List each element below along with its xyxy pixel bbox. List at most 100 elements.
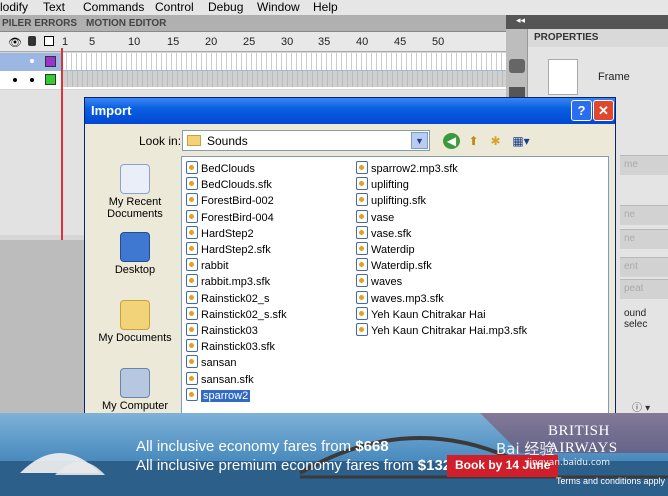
property-field[interactable]: ne (620, 205, 668, 225)
menu-help[interactable]: Help (313, 0, 338, 14)
color-palette-icon[interactable] (509, 59, 525, 73)
close-button[interactable]: ✕ (593, 100, 614, 121)
collapse-icon[interactable]: ◂◂ (516, 16, 525, 26)
outline-icon[interactable] (44, 36, 54, 46)
file-item[interactable]: vase.sfk (356, 225, 411, 242)
sound-file-icon (186, 339, 198, 353)
frame-number: 50 (432, 36, 445, 48)
help-button[interactable]: ? (571, 100, 592, 121)
sound-file-icon (356, 161, 368, 174)
frame-number: 35 (318, 36, 331, 48)
menu-window[interactable]: Window (257, 0, 300, 14)
file-item[interactable]: Rainstick03.sfk (186, 339, 275, 355)
eye-icon[interactable]: 👁 (8, 36, 22, 49)
view-menu-icon[interactable]: ▦▾ (509, 133, 533, 149)
file-name: waves (371, 276, 403, 289)
file-item[interactable]: Rainstick02_s (186, 290, 269, 307)
file-item[interactable]: rabbit (186, 258, 229, 274)
place-my-documents[interactable]: My Documents (93, 300, 177, 344)
file-item[interactable]: BedClouds (186, 161, 255, 177)
file-list[interactable]: BedClouds BedClouds.sfk ForestBird-002 Fore… (181, 156, 609, 418)
sound-file-icon (186, 209, 198, 223)
file-item[interactable]: ForestBird-002 (186, 193, 274, 209)
property-field[interactable]: ne (620, 229, 668, 249)
file-item[interactable]: Yeh Kaun Chitrakar Hai.mp3.sfk (356, 323, 527, 339)
menu-bar: lodify Text Commands Control Debug Windo… (0, 0, 668, 15)
sound-file-icon (186, 323, 198, 336)
back-icon[interactable]: ◀ (443, 133, 460, 149)
property-field[interactable]: ound selec (620, 305, 668, 330)
frame-strip[interactable] (62, 71, 506, 87)
file-item[interactable]: HardStep2.sfk (186, 242, 271, 258)
file-name: sansan (201, 357, 237, 370)
properties-tab[interactable]: PROPERTIES (528, 29, 668, 47)
look-in-select[interactable]: Sounds ▼ (182, 130, 430, 151)
file-item[interactable]: Waterdip.sfk (356, 258, 432, 274)
dialog-title-bar[interactable]: Import ? ✕ (85, 98, 615, 124)
menu-control[interactable]: Control (155, 0, 194, 14)
file-item[interactable]: ForestBird-004 (186, 209, 274, 226)
sound-file-icon (356, 306, 368, 320)
layer-color-swatch[interactable] (45, 74, 56, 85)
file-item[interactable]: vase (356, 209, 395, 226)
tab-motion-editor[interactable]: MOTION EDITOR (86, 18, 166, 29)
sound-file-icon (186, 274, 198, 288)
file-item[interactable]: waves.mp3.sfk (356, 290, 444, 307)
file-name: Yeh Kaun Chitrakar Hai.mp3.sfk (371, 325, 528, 337)
my-computer-icon (120, 368, 150, 398)
new-folder-icon[interactable]: ✱ (487, 133, 504, 149)
file-item[interactable]: Rainstick03 (186, 323, 258, 339)
dot-icon (30, 78, 34, 82)
menu-text[interactable]: Text (43, 0, 65, 14)
timeline-layer-row[interactable] (0, 53, 506, 71)
file-item[interactable]: Waterdip (356, 242, 415, 258)
file-item[interactable]: BedClouds.sfk (186, 177, 272, 193)
file-item[interactable]: Yeh Kaun Chitrakar Hai (356, 306, 486, 323)
file-item[interactable]: sparrow2.mp3.sfk (356, 161, 458, 177)
file-item[interactable]: sansan (186, 355, 236, 371)
panel-top-bar: ◂◂ (506, 15, 668, 29)
ad-banner[interactable]: All inclusive economy fares from $668 Al… (0, 413, 668, 496)
menu-modify[interactable]: lodify (0, 0, 28, 14)
sound-file-icon (186, 177, 198, 191)
playhead[interactable] (61, 48, 63, 240)
file-item[interactable]: uplifting (356, 177, 409, 193)
menu-commands[interactable]: Commands (83, 0, 144, 14)
timeline-layer-row[interactable] (0, 71, 506, 89)
lock-icon[interactable] (28, 36, 36, 46)
file-item[interactable]: sansan.sfk (186, 371, 254, 388)
layer-color-swatch[interactable] (45, 56, 56, 67)
file-name: waves.mp3.sfk (371, 292, 444, 305)
file-name: ForestBird-004 (201, 211, 274, 224)
sound-file-icon (356, 242, 368, 255)
frame-number: 25 (243, 36, 256, 48)
file-name: BedClouds (201, 163, 255, 175)
menu-debug[interactable]: Debug (208, 0, 243, 14)
frame-number: 40 (356, 36, 369, 48)
frame-strip[interactable] (62, 53, 506, 70)
tab-compiler-errors[interactable]: PILER ERRORS (2, 18, 77, 29)
property-field[interactable]: me (620, 155, 668, 175)
file-item[interactable]: rabbit.mp3.sfk (186, 274, 270, 290)
file-item[interactable]: waves (356, 274, 402, 290)
place-desktop[interactable]: Desktop (93, 232, 177, 276)
property-field[interactable]: ent (620, 257, 668, 277)
file-name: uplifting.sfk (371, 195, 427, 208)
place-label: Desktop (114, 264, 156, 276)
file-item[interactable]: uplifting.sfk (356, 193, 426, 209)
file-name: rabbit.mp3.sfk (201, 276, 271, 289)
up-folder-icon[interactable]: ⬆ (465, 133, 482, 149)
file-item[interactable]: sparrow2 (186, 387, 251, 404)
file-name: Waterdip (371, 244, 415, 256)
place-recent-documents[interactable]: My Recent Documents (93, 164, 177, 220)
file-name: HardStep2 (201, 227, 254, 240)
file-name: vase (371, 211, 395, 224)
property-field[interactable]: peat (620, 279, 668, 299)
ad-line-economy: All inclusive economy fares from $668 (136, 438, 389, 455)
file-item[interactable]: Rainstick02_s.sfk (186, 306, 287, 323)
sound-file-icon (356, 209, 368, 223)
chevron-down-icon[interactable]: ▼ (411, 132, 428, 149)
info-icon[interactable]: ⓘ ▾ (632, 399, 650, 414)
place-my-computer[interactable]: My Computer (93, 368, 177, 412)
file-item[interactable]: HardStep2 (186, 225, 254, 242)
